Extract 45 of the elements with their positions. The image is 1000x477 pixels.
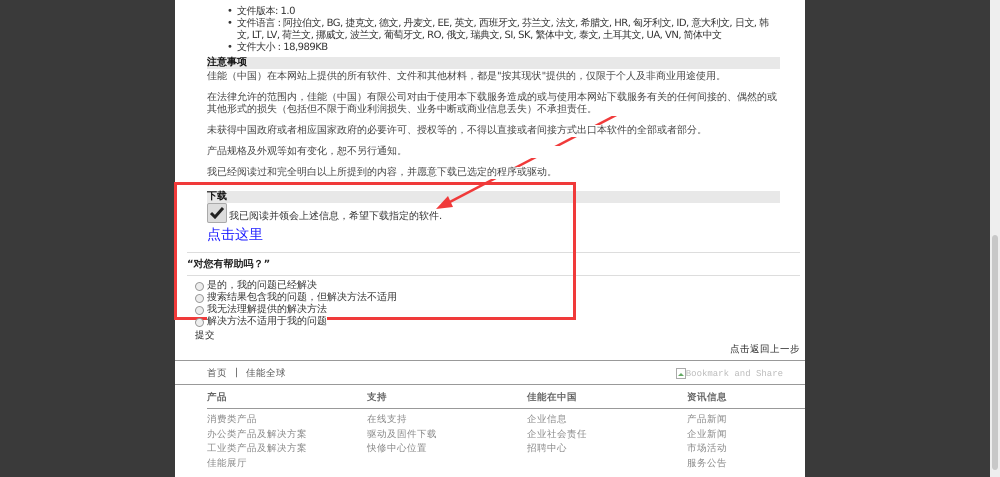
footer-link[interactable]: 消费类产品 — [207, 413, 367, 428]
notice-paragraph: 在法律允许的范围内，佳能（中国）有限公司对由于使用本下载服务造成的或与使用本网站下载服务有关的任何间接的、偶然的或其他形式的损失（包括但不限于商业利润损失、业务中断或商业信息丢失）不承担责任。 — [207, 92, 780, 116]
file-info-item: 文件语言 : 阿拉伯文, BG, 捷克文, 德文, 丹麦文, EE, 英文, 西班牙文, 芬兰文, 法文, 希腊文, HR, 匈牙利文, ID, 意大利文, 日文, 韩文, LT, LV, 荷兰文, 挪威文, 波兰文, 葡萄牙文, RO, 俄文, 瑞典文, SI, SK, 繁体中文, 泰文, 土耳其文, UA, VN, 简体中文 — [237, 18, 770, 42]
footer-link[interactable]: 佳能展厅 — [207, 456, 367, 471]
radio-button[interactable] — [195, 282, 204, 290]
bullet: • — [227, 18, 233, 31]
option-label: 解决方法不适用于我的问题 — [207, 316, 327, 328]
footer-link[interactable]: 快修中心位置 — [367, 442, 527, 456]
footer-column-heading: 支持 — [367, 385, 527, 409]
nav-link[interactable]: 首页 — [207, 367, 227, 380]
footer-link[interactable]: 服务公告 — [687, 456, 805, 471]
footer-link[interactable]: 企业新闻 — [687, 428, 805, 442]
download-link[interactable]: 点击这里 — [207, 226, 263, 244]
bullet: • — [227, 6, 233, 18]
section-heading: 注意事项 — [207, 57, 780, 69]
agree-label: 我已阅读并领会上述信息，希望下载指定的软件. — [229, 210, 442, 223]
scrollbar[interactable] — [990, 0, 1000, 477]
nav-separator: | — [235, 367, 238, 380]
footer-column-heading: 佳能在中国 — [527, 385, 687, 409]
option-label: 是的，我的问题已经解决 — [207, 280, 317, 292]
option-label: 搜索结果包含我的问题，但解决方法不适用 — [207, 292, 397, 304]
agree-checkbox[interactable] — [207, 203, 227, 223]
section-heading: 下载 — [207, 191, 780, 203]
file-info-item: 文件大小 : 18,989KB — [237, 42, 328, 54]
nav-link[interactable]: 佳能全球 — [246, 367, 286, 380]
footer-link[interactable]: 企业社会责任 — [527, 428, 687, 442]
footer-link[interactable]: 企业信息 — [527, 413, 687, 428]
back-link[interactable]: 点击返回上一步 — [730, 343, 800, 356]
radio-button[interactable] — [195, 294, 204, 302]
footer-link[interactable]: 在线支持 — [367, 413, 527, 428]
footer-link[interactable]: 产品新闻 — [687, 413, 805, 428]
footer-link[interactable]: 招聘中心 — [527, 442, 687, 456]
submit-button[interactable]: 提交 — [195, 328, 215, 343]
footer-link[interactable]: 市场活动 — [687, 442, 805, 456]
bullet: • — [227, 42, 233, 54]
footer-link[interactable]: 驱动及固件下载 — [367, 428, 527, 442]
footer-link[interactable]: 办公类产品及解决方案 — [207, 428, 367, 442]
option-label: 我无法理解提供的解决方法 — [207, 304, 327, 316]
feedback-question: “对您有帮助吗？” — [186, 258, 272, 272]
footer-column-heading: 产品 — [207, 385, 367, 409]
share-image[interactable]: Bookmark and Share — [676, 368, 783, 379]
check-icon — [210, 207, 224, 219]
radio-button[interactable] — [195, 306, 204, 314]
file-info-item: 文件版本: 1.0 — [237, 6, 295, 18]
footer-link[interactable]: 工业类产品及解决方案 — [207, 442, 367, 456]
